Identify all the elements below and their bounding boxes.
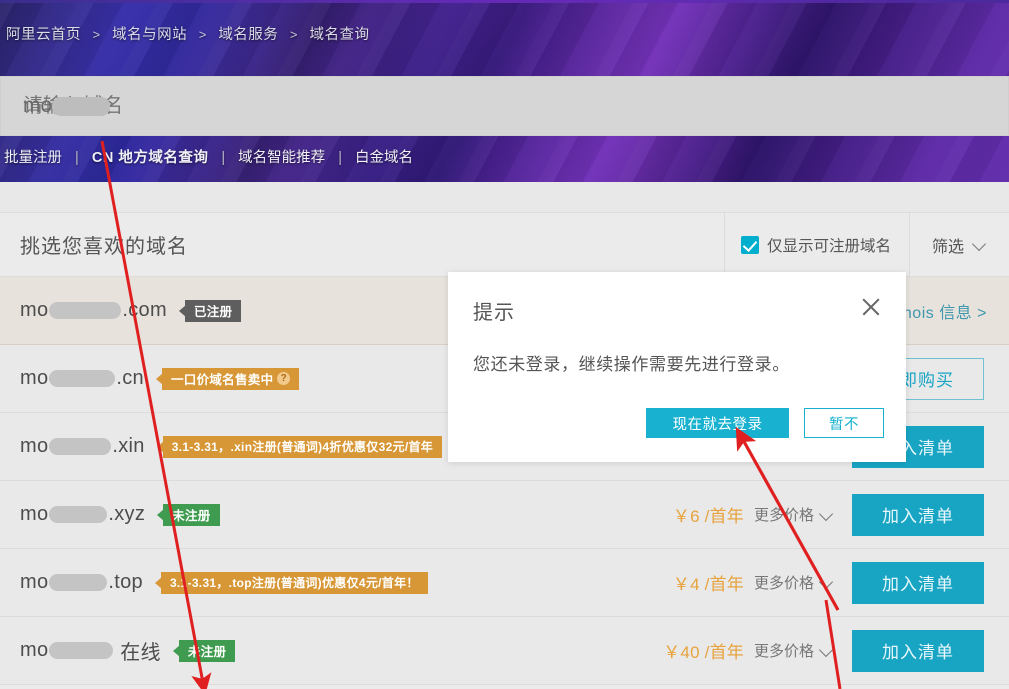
domain-suffix: .com: [122, 299, 167, 322]
domain-suffix: 在线: [120, 636, 161, 665]
more-price-toggle[interactable]: 更多价格: [754, 504, 834, 525]
only-available-label: 仅显示可注册域名: [767, 234, 891, 256]
domain-suffix: .xin: [112, 435, 144, 458]
close-icon[interactable]: [858, 294, 884, 320]
chevron-down-icon: [821, 576, 834, 589]
search-input[interactable]: [1, 77, 1008, 135]
dialog-actions: 现在就去登录 暂不: [646, 408, 884, 438]
domain-suffix: .top: [108, 571, 143, 594]
quick-link-smart-recommend[interactable]: 域名智能推荐: [238, 150, 325, 166]
banner-top-accent-line: [0, 0, 1009, 3]
more-price-toggle[interactable]: 更多价格: [754, 640, 834, 661]
row-actions: ￥4 /首年 更多价格 加入清单: [673, 549, 1009, 616]
breadcrumb-item-home[interactable]: 阿里云首页: [6, 27, 81, 43]
promo-badge: 3.1-3.31，.top注册(普通词)优惠仅4元/首年！: [161, 572, 428, 594]
more-price-toggle[interactable]: 更多价格: [754, 572, 834, 593]
row-actions: ￥40 /首年 更多价格 加入清单: [663, 617, 1009, 684]
status-badge: 已注册: [185, 300, 241, 322]
results-header-controls: 仅显示可注册域名 筛选: [724, 213, 1009, 276]
chevron-down-icon: [821, 508, 834, 521]
redaction-block: [49, 574, 107, 591]
filter-dropdown[interactable]: 筛选: [909, 213, 1009, 276]
promo-badge-text: 一口价域名售卖中: [171, 369, 273, 388]
more-price-label: 更多价格: [754, 572, 814, 593]
quick-link-cn-local-domain-search[interactable]: CN 地方域名查询: [92, 150, 208, 166]
table-row[interactable]: mo .xyz 未注册 ￥6 /首年 更多价格 加入清单: [0, 481, 1009, 549]
domain-prefix: mo: [20, 639, 48, 662]
redaction-block: [49, 370, 115, 387]
add-to-list-button[interactable]: 加入清单: [852, 562, 984, 604]
login-required-dialog: 提示 您还未登录，继续操作需要先进行登录。 现在就去登录 暂不: [448, 272, 906, 462]
breadcrumb: 阿里云首页 > 域名与网站 > 域名服务 > 域名查询: [6, 23, 369, 44]
row-actions: ￥6 /首年 更多价格 加入清单: [673, 481, 1009, 548]
dialog-message: 您还未登录，继续操作需要先进行登录。: [473, 350, 790, 375]
breadcrumb-separator: >: [290, 27, 298, 42]
breadcrumb-separator: >: [199, 27, 207, 42]
quick-link-premium-domains[interactable]: 白金域名: [355, 150, 413, 166]
redaction-block: [49, 642, 113, 659]
more-price-label: 更多价格: [754, 504, 814, 525]
domain-name: mo .xyz 未注册: [0, 503, 220, 526]
help-icon[interactable]: ?: [277, 372, 290, 385]
add-to-list-button[interactable]: 加入清单: [852, 630, 984, 672]
only-available-filter[interactable]: 仅显示可注册域名: [724, 213, 909, 276]
dismiss-button[interactable]: 暂不: [804, 408, 884, 438]
quick-link-separator: |: [75, 150, 79, 166]
domain-search-box[interactable]: mo: [0, 76, 1009, 136]
quick-links: 批量注册 | CN 地方域名查询 | 域名智能推荐 | 白金域名: [4, 146, 413, 167]
quick-link-bulk-register[interactable]: 批量注册: [4, 150, 62, 166]
filter-label: 筛选: [932, 233, 964, 257]
redaction-block: [49, 438, 111, 455]
quick-link-separator: |: [338, 150, 342, 166]
results-header: 挑选您喜欢的域名 仅显示可注册域名 筛选: [0, 213, 1009, 277]
domain-name: mo .com 已注册: [0, 299, 241, 322]
chevron-down-icon: [821, 644, 834, 657]
price-label: ￥6 /首年: [673, 502, 744, 527]
redaction-block: [49, 302, 121, 319]
go-to-login-button[interactable]: 现在就去登录: [646, 408, 789, 438]
breadcrumb-item-domain-service[interactable]: 域名服务: [218, 27, 278, 43]
domain-prefix: mo: [20, 503, 48, 526]
checkbox-icon[interactable]: [741, 236, 759, 254]
chevron-down-icon: [974, 238, 987, 251]
domain-suffix: .xyz: [108, 503, 145, 526]
table-row[interactable]: mo 在线 未注册 ￥40 /首年 更多价格 加入清单: [0, 617, 1009, 685]
status-badge: 未注册: [163, 504, 219, 526]
quick-link-separator: |: [221, 150, 225, 166]
price-label: ￥4 /首年: [673, 570, 744, 595]
domain-name: mo .cn 一口价域名售卖中?: [0, 367, 299, 390]
breadcrumb-item-domain-search[interactable]: 域名查询: [309, 27, 369, 43]
domain-prefix: mo: [20, 571, 48, 594]
domain-prefix: mo: [20, 367, 48, 390]
table-row[interactable]: mo .top 3.1-3.31，.top注册(普通词)优惠仅4元/首年！ ￥4 …: [0, 549, 1009, 617]
domain-suffix: .cn: [116, 367, 144, 390]
status-badge: 未注册: [179, 640, 235, 662]
more-price-label: 更多价格: [754, 640, 814, 661]
add-to-list-button[interactable]: 加入清单: [852, 494, 984, 536]
domain-prefix: mo: [20, 299, 48, 322]
domain-name: mo .top 3.1-3.31，.top注册(普通词)优惠仅4元/首年！: [0, 571, 428, 594]
domain-name: mo .xin 3.1-3.31，.xin注册(普通词)4折优惠仅32元/首年: [0, 435, 442, 458]
results-title: 挑选您喜欢的域名: [0, 230, 188, 259]
promo-badge: 3.1-3.31，.xin注册(普通词)4折优惠仅32元/首年: [163, 436, 442, 458]
price-label: ￥40 /首年: [663, 638, 744, 663]
promo-badge: 一口价域名售卖中?: [162, 368, 299, 390]
breadcrumb-separator: >: [93, 27, 101, 42]
domain-prefix: mo: [20, 435, 48, 458]
redaction-block: [49, 506, 107, 523]
dialog-title: 提示: [473, 296, 515, 325]
breadcrumb-item-domains-and-sites[interactable]: 域名与网站: [112, 27, 187, 43]
domain-name: mo 在线 未注册: [0, 636, 235, 665]
